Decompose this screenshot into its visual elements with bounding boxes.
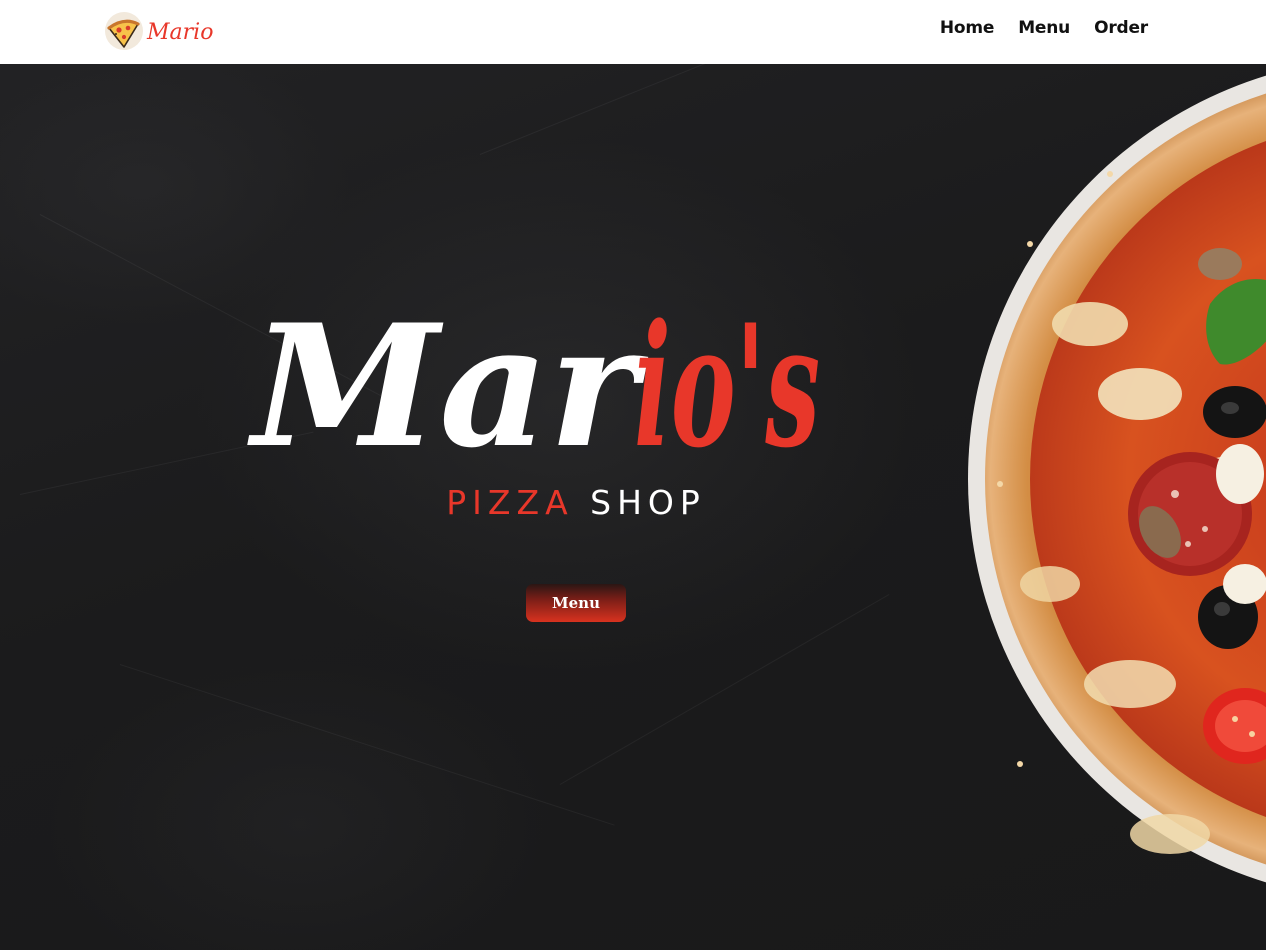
hero-section: Mar io's PIZZA SHOP Menu [0, 64, 1266, 950]
site-header: Mario Home Menu Order [0, 0, 1266, 64]
mushroom [1198, 248, 1242, 280]
texture-crease [559, 594, 890, 785]
texture-crease [119, 664, 615, 826]
mozzarella [1216, 444, 1264, 504]
hero-menu-button[interactable]: Menu [526, 584, 626, 622]
pizza-slice-icon [105, 12, 143, 50]
texture-crease [479, 64, 833, 155]
pizza-photo [968, 75, 1266, 883]
hero-title-accent: io's [634, 287, 820, 479]
tagline-pizza: PIZZA [446, 483, 574, 522]
nav-order[interactable]: Order [1094, 18, 1148, 38]
hero-title-main: Mar [247, 287, 649, 479]
logo-link[interactable]: Mario [104, 10, 213, 52]
nav-home[interactable]: Home [940, 18, 995, 38]
main-nav: Home Menu Order [940, 18, 1148, 38]
hero-brand-title: Mar io's [247, 287, 820, 479]
logo-text: Mario [147, 19, 214, 45]
nav-menu[interactable]: Menu [1018, 18, 1070, 38]
tagline-shop: SHOP [590, 483, 706, 522]
